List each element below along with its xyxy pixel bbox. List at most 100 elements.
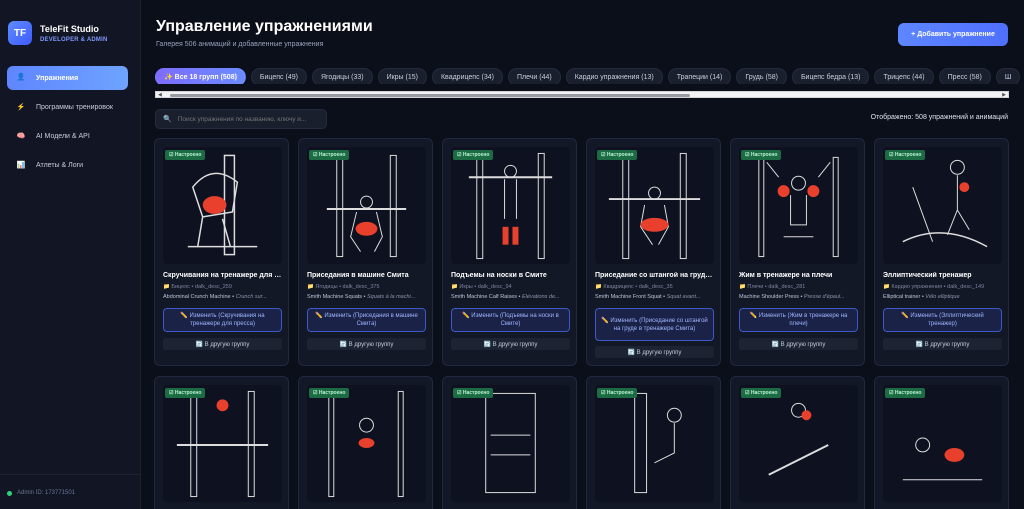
configured-badge: ☑ Настроено [597, 150, 638, 160]
edit-exercise-button[interactable]: ✏️ Изменить (Скручивания на тренажере дл… [163, 308, 282, 332]
edit-exercise-button[interactable]: ✏️ Изменить (Подъемы на носки в Смите) [451, 308, 570, 332]
name-en: Smith Machine Calf Raises [451, 294, 518, 300]
name-fr: Élévations de... [522, 294, 560, 300]
configured-badge: ☑ Настроено [453, 388, 494, 398]
exercise-illustration [739, 385, 858, 502]
exercise-card: ☑ Настроено Подъемы на носки в Смите 📁 Икр… [442, 138, 577, 366]
exercise-title: Подъемы на носки в Смите [451, 272, 547, 279]
sidebar: TF TeleFit Studio DEVELOPER & ADMIN 👤 Уп… [0, 0, 141, 509]
scroll-left-icon[interactable]: ◀ [158, 92, 162, 98]
exercise-meta: 📁 Ягодицы • dalk_desc_375 [307, 284, 380, 290]
scroll-right-icon[interactable]: ▶ [1002, 92, 1006, 98]
sidebar-item-ai-models[interactable]: 🧠 AI Модели & API [7, 125, 128, 148]
add-exercise-button[interactable]: + Добавить упражнение [898, 23, 1008, 46]
edit-exercise-button[interactable]: ✏️ Изменить (Эллиптический тренажер) [883, 308, 1002, 332]
group-chip[interactable]: Квадрицепс (34) [431, 68, 503, 84]
group-chip[interactable]: Икры (15) [377, 68, 427, 84]
sidebar-item-athletes[interactable]: 📊 Атлеты & Логи [7, 154, 128, 177]
sidebar-item-programs[interactable]: ⚡ Программы тренировок [7, 96, 128, 119]
exercise-names: Smith Machine Front Squat • Squat avant.… [595, 294, 701, 300]
name-en: Smith Machine Squats [307, 294, 363, 300]
scroll-thumb[interactable] [170, 94, 690, 97]
move-to-group-button[interactable]: 🔄 В другую группу [451, 338, 570, 350]
configured-badge: ☑ Настроено [165, 150, 206, 160]
page-title: Управление упражнениями [156, 18, 373, 35]
admin-id: Admin ID: 173771501 [7, 490, 75, 496]
name-en: Smith Machine Front Squat [595, 294, 662, 300]
configured-badge: ☑ Настроено [165, 388, 206, 398]
group-chip[interactable]: Плечи (44) [508, 68, 561, 84]
move-to-group-button[interactable]: 🔄 В другую группу [307, 338, 426, 350]
app-subtitle: DEVELOPER & ADMIN [40, 36, 108, 43]
page-subtitle: Галерея 506 анимаций и добавленные упраж… [156, 41, 324, 48]
exercise-card: ☑ Настроено [298, 376, 433, 509]
exercise-names: Smith Machine Calf Raises • Élévations d… [451, 294, 560, 300]
main-content: Управление упражнениями Галерея 506 аним… [141, 0, 1024, 509]
exercise-illustration [163, 147, 282, 264]
sidebar-item-exercises[interactable]: 👤 Упражнения [7, 66, 128, 90]
name-en: Abdominal Crunch Machine [163, 294, 231, 300]
group-chip[interactable]: Трицепс (44) [874, 68, 934, 84]
configured-badge: ☑ Настроено [309, 150, 350, 160]
exercise-card: ☑ Настроено Эллиптический тренажер 📁 Карди… [874, 138, 1009, 366]
brain-icon: 🧠 [16, 132, 26, 140]
exercise-names: Abdominal Crunch Machine • Crunch sur... [163, 294, 267, 300]
divider [0, 474, 140, 475]
exercise-card: ☑ Настроено [730, 376, 865, 509]
name-en: Elliptical trainer [883, 294, 921, 300]
configured-badge: ☑ Настроено [597, 388, 638, 398]
exercise-title: Приседания в машине Смита [307, 272, 409, 279]
exercise-card: ☑ Настроено Скручивания на тренажере для … [154, 138, 289, 366]
admin-id-label: Admin ID: 173771501 [17, 490, 76, 496]
group-chip[interactable]: Бицепс бедра (13) [791, 68, 870, 84]
exercise-meta: 📁 Икры • dalk_desc_94 [451, 284, 512, 290]
edit-exercise-button[interactable]: ✏️ Изменить (Приседание со штангой на гр… [595, 308, 714, 341]
group-chip[interactable]: Кардио упражнения (13) [565, 68, 663, 84]
edit-exercise-button[interactable]: ✏️ Изменить (Жим в тренажере на плечи) [739, 308, 858, 332]
exercise-illustration [451, 385, 570, 502]
displayed-count: Отображено: 508 упражнений и анимаций [870, 114, 1008, 121]
move-to-group-button[interactable]: 🔄 В другую группу [739, 338, 858, 350]
group-chip[interactable]: Ягодицы (33) [311, 68, 373, 84]
name-fr: Crunch sur... [235, 294, 267, 300]
exercise-title: Эллиптический тренажер [883, 272, 972, 279]
lightning-icon: ⚡ [16, 103, 26, 111]
edit-exercise-button[interactable]: ✏️ Изменить (Приседания в машине Смита) [307, 308, 426, 332]
name-fr: Vélo elliptique [925, 294, 960, 300]
exercise-names: Elliptical trainer • Vélo elliptique [883, 294, 960, 300]
move-to-group-button[interactable]: 🔄 В другую группу [595, 346, 714, 358]
exercise-title: Скручивания на тренажере для п... [163, 272, 282, 279]
exercise-names: Smith Machine Squats • Squats à la machi… [307, 294, 416, 300]
move-to-group-button[interactable]: 🔄 В другую группу [883, 338, 1002, 350]
exercise-meta: 📁 Плечи • dalk_desc_281 [739, 284, 806, 290]
sidebar-item-label: Упражнения [36, 74, 79, 82]
configured-badge: ☑ Настроено [885, 388, 926, 398]
configured-badge: ☑ Настроено [885, 150, 926, 160]
brand: TF TeleFit Studio DEVELOPER & ADMIN [0, 0, 140, 52]
exercise-illustration [307, 147, 426, 264]
horizontal-scrollbar[interactable]: ◀ ▶ [155, 91, 1009, 98]
exercise-illustration [595, 385, 714, 502]
exercise-card: ☑ Настроено Приседания в машине Смита 📁 Яг… [298, 138, 433, 366]
move-to-group-button[interactable]: 🔄 В другую группу [163, 338, 282, 350]
group-chip[interactable]: Бицепс (49) [250, 68, 307, 84]
exercise-title: Приседание со штангой на груди ... [595, 272, 714, 279]
exercise-illustration [883, 385, 1002, 502]
group-chip[interactable]: Пресс (58) [938, 68, 991, 84]
search-icon: 🔍 [163, 116, 172, 123]
search-input[interactable] [177, 115, 326, 123]
group-chip[interactable]: Ш [995, 68, 1021, 84]
sidebar-nav: 👤 Упражнения ⚡ Программы тренировок 🧠 AI… [0, 66, 140, 177]
exercise-title: Жим в тренажере на плечи [739, 272, 833, 279]
configured-badge: ☑ Настроено [741, 388, 782, 398]
exercise-illustration [163, 385, 282, 502]
exercise-card: ☑ Настроено [154, 376, 289, 509]
search-box[interactable]: 🔍 [155, 109, 327, 129]
sidebar-item-label: Программы тренировок [36, 104, 113, 111]
name-en: Machine Shoulder Press [739, 294, 799, 300]
group-chip[interactable]: Трапеции (14) [667, 68, 732, 84]
group-chip[interactable]: ✨ Все 18 групп (508) [155, 68, 246, 84]
exercise-names: Machine Shoulder Press • Presse d'épaul.… [739, 294, 845, 300]
person-icon: 👤 [16, 74, 26, 81]
group-chip[interactable]: Грудь (58) [736, 68, 787, 84]
